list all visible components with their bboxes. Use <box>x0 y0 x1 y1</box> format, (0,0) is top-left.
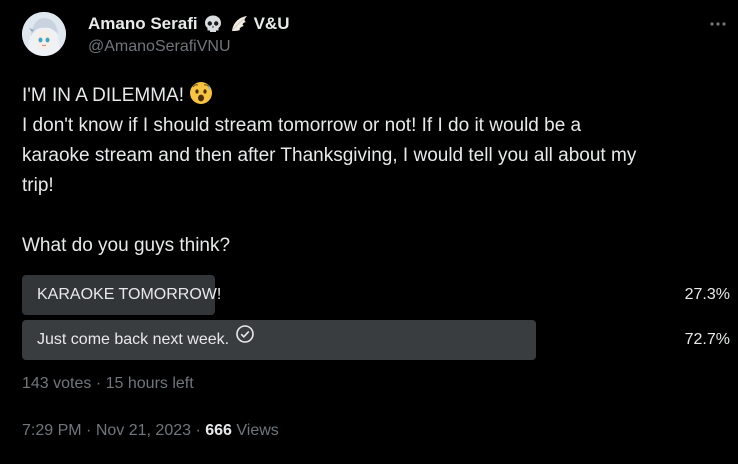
separator-dot: · <box>195 422 201 439</box>
separator-dot: · <box>95 375 102 392</box>
tweet-line: karaoke stream and then after Thanksgivi… <box>22 145 637 166</box>
tweet-line: trip! <box>22 175 54 196</box>
author-name-row[interactable]: Amano Serafi V&U <box>88 13 290 35</box>
tweet-line: I'M IN A DILEMMA! <box>22 80 734 111</box>
tweet-card: Amano Serafi V&U @AmanoSerafiVNU I'M IN … <box>0 0 738 464</box>
author-handle[interactable]: @AmanoSerafiVNU <box>88 38 231 56</box>
check-circle-icon <box>235 320 255 360</box>
separator-dot: · <box>86 422 92 439</box>
more-options-button[interactable] <box>706 12 730 36</box>
poll-time-left: 15 hours left <box>105 375 194 392</box>
tweet-line: I don't know if I should stream tomorrow… <box>22 115 582 136</box>
timestamp-row: 7:29 PM · Nov 21, 2023 · 666 Views <box>22 422 279 440</box>
poll-option-label: Just come back next week. <box>37 320 255 360</box>
more-dots-icon <box>710 22 726 26</box>
tweet-line-blank <box>22 201 734 231</box>
poll-meta: 143 votes · 15 hours left <box>22 375 194 393</box>
poll-option-label: KARAOKE TOMORROW! <box>37 286 222 303</box>
poll-votes: 143 votes <box>22 375 92 392</box>
wing-icon <box>228 13 250 35</box>
poll-option-karaoke-tomorrow[interactable]: KARAOKE TOMORROW! 27.3% <box>22 275 730 315</box>
views-count: 666 <box>205 422 232 439</box>
tweet-date[interactable]: Nov 21, 2023 <box>96 422 191 439</box>
views-label: Views <box>236 422 279 439</box>
tweet-line: What do you guys think? <box>22 235 231 256</box>
skull-icon <box>202 13 224 35</box>
poll-option-percent: 72.7% <box>684 331 730 348</box>
author-name-suffix: V&U <box>253 14 290 33</box>
tweet-text: I'M IN A DILEMMA! I don't know if I shou… <box>22 80 734 261</box>
poll-option-percent: 27.3% <box>684 286 730 303</box>
poll-option-come-back-next-week[interactable]: Just come back next week. 72.7% <box>22 320 730 360</box>
avatar[interactable] <box>22 12 66 56</box>
tweet-time[interactable]: 7:29 PM <box>22 422 82 439</box>
anxious-face-icon <box>188 80 214 106</box>
author-display-name[interactable]: Amano Serafi <box>88 14 198 34</box>
